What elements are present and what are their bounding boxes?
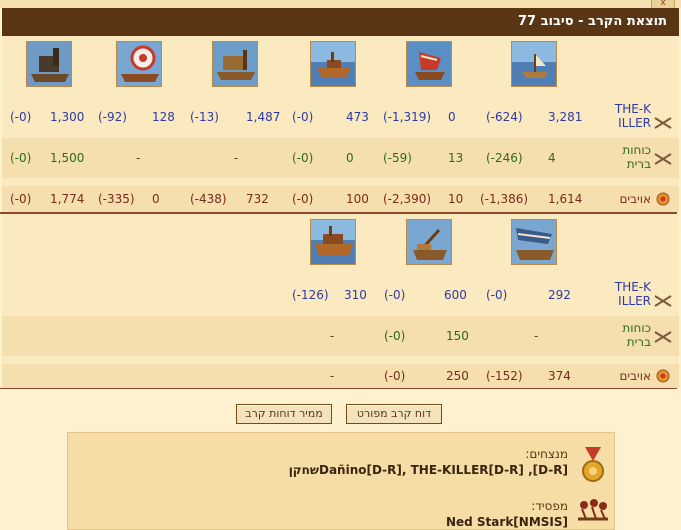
cell-empty: - — [330, 329, 335, 343]
cell-value: 150 — [446, 329, 469, 343]
unit-image-4 — [212, 41, 258, 87]
battle-section-2: THE-KILLER 292 (-0) 600 (-0) 310 (-126) … — [2, 214, 679, 388]
unit-image-9 — [310, 219, 356, 265]
cell-value: 374 — [548, 369, 571, 383]
cell-loss: (-0) — [292, 192, 314, 206]
player-name-link[interactable]: THE-KILLER — [591, 280, 651, 308]
cell-value: 250 — [446, 369, 469, 383]
cell-loss: (-0) — [384, 329, 406, 343]
cell-value: 310 — [344, 288, 367, 302]
cell-loss: (-0) — [292, 151, 314, 165]
cell-loss: (-0) — [10, 110, 32, 124]
cell-loss: (-0) — [384, 288, 406, 302]
unit-image-8 — [406, 219, 452, 265]
cell-loss: (-0) — [10, 192, 32, 206]
cell-loss: (-246) — [486, 151, 523, 165]
detailed-report-button[interactable]: דוח קרב מפורט — [346, 404, 442, 424]
enemies-label: אויבים — [619, 369, 651, 383]
battle-section-1: THE-KILLER 3,281 (-624) 0 (-1,319) 473 (… — [2, 36, 679, 212]
cell-loss: (-624) — [486, 110, 523, 124]
cell-value: 600 — [444, 288, 467, 302]
loser-label: מפסיד: — [531, 499, 568, 513]
cell-loss: (-438) — [190, 192, 227, 206]
cell-value: 1,487 — [246, 110, 281, 124]
top-strip — [0, 0, 681, 8]
cell-loss: (-152) — [486, 369, 523, 383]
cell-loss: (-1,319) — [383, 110, 432, 124]
cell-value: 473 — [346, 110, 369, 124]
row-allies: כוחות ברית 4 (-246) 13 (-59) 0 (-0) - - … — [2, 138, 679, 178]
cell-empty: - — [136, 151, 141, 165]
cell-loss: (-59) — [383, 151, 412, 165]
cell-value: 4 — [548, 151, 556, 165]
unit-image-3 — [310, 41, 356, 87]
cell-value: 732 — [246, 192, 269, 206]
row-enemies: אויבים 1,614 (-1,386) 10 (-2,390) 100 (-… — [2, 186, 679, 212]
cell-loss: (-0) — [384, 369, 406, 383]
cell-value: 100 — [346, 192, 369, 206]
winners-label: מנצחים: — [525, 447, 568, 461]
player-name-link[interactable]: THE-KILLER — [591, 102, 651, 130]
cell-value: 1,774 — [50, 192, 85, 206]
cell-value: 0 — [152, 192, 160, 206]
unit-image-6 — [26, 41, 72, 87]
allies-label: כוחות ברית — [622, 143, 651, 171]
cell-empty: - — [234, 151, 239, 165]
row-player: THE-KILLER 3,281 (-624) 0 (-1,319) 473 (… — [2, 96, 679, 138]
convert-reports-button[interactable]: ממיר דוחות קרב — [236, 404, 332, 424]
cell-loss: (-1,386) — [480, 192, 529, 206]
cell-loss: (-2,390) — [383, 192, 432, 206]
cell-value: 128 — [152, 110, 175, 124]
crossed-swords-icon — [653, 330, 673, 344]
cell-loss: (-126) — [292, 288, 329, 302]
enemy-emblem-icon — [653, 369, 673, 383]
enemy-emblem-icon — [653, 192, 673, 206]
cell-value: 1,300 — [50, 110, 85, 124]
crossed-swords-icon — [653, 152, 673, 166]
cell-value: 292 — [548, 288, 571, 302]
cell-value: 13 — [448, 151, 464, 165]
cell-empty: - — [330, 369, 335, 383]
cell-value: 10 — [448, 192, 464, 206]
row-player-2: THE-KILLER 292 (-0) 600 (-0) 310 (-126) — [2, 274, 679, 316]
unit-image-5 — [116, 41, 162, 87]
cell-value: 0 — [346, 151, 354, 165]
unit-image-7 — [511, 219, 557, 265]
cell-loss: (-0) — [486, 288, 508, 302]
row-enemies-2: אויבים 374 (-152) 250 (-0) - — [2, 364, 679, 388]
window-title: תוצאת הקרב - סיבוב 77 — [2, 8, 679, 36]
cell-loss: (-0) — [292, 110, 314, 124]
cell-value: 1,500 — [50, 151, 85, 165]
medal-icon — [580, 447, 606, 483]
crossed-swords-icon — [653, 294, 673, 308]
unit-image-2 — [406, 41, 452, 87]
cell-loss: (-92) — [98, 110, 127, 124]
cell-empty: - — [534, 329, 539, 343]
cell-loss: (-335) — [98, 192, 135, 206]
row-allies-2: כוחות ברית - 150 (-0) - — [2, 316, 679, 356]
loser-value: Ned Stark[NMSIS] — [445, 515, 568, 529]
cell-loss: (-0) — [10, 151, 32, 165]
cell-value: 1,614 — [548, 192, 583, 206]
unit-image-1 — [511, 41, 557, 87]
enemies-label: אויבים — [619, 192, 651, 206]
cell-value: 3,281 — [548, 110, 583, 124]
cell-value: 0 — [448, 110, 456, 124]
battle-result-box: מנצחים: Dañino[D-R], THE-KILLER[D-R] ,[D… — [67, 432, 615, 530]
crossed-swords-icon — [653, 116, 673, 130]
winners-value: Dañino[D-R], THE-KILLER[D-R] ,[D-R]שחקן — [288, 463, 568, 477]
section-divider-2 — [0, 388, 677, 389]
allies-label: כוחות ברית — [622, 321, 651, 349]
fallen-soldiers-icon — [576, 495, 610, 523]
cell-loss: (-13) — [190, 110, 219, 124]
